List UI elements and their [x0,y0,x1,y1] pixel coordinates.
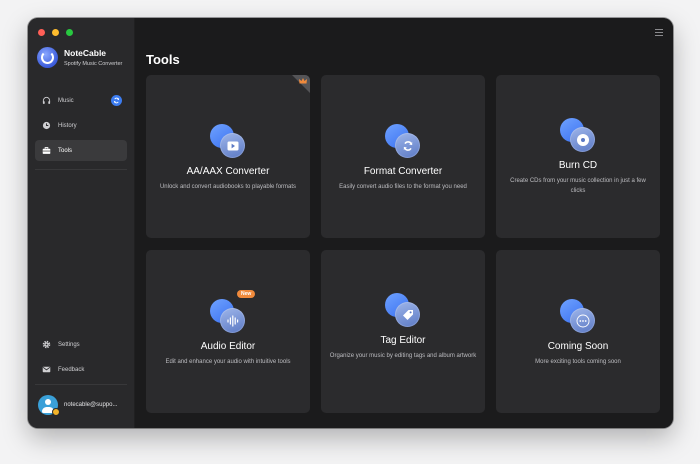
tool-title: Audio Editor [200,341,256,352]
user-email: notecable@suppo... [64,402,118,408]
close-window-button[interactable] [38,29,45,36]
sidebar-item-label: Feedback [58,366,85,373]
sidebar-item-label: Settings [58,341,80,348]
tool-card-tag-editor[interactable]: Tag Editor Organize your music by editin… [321,250,485,413]
sidebar-bottom-nav: Settings Feedback [35,334,127,384]
app-window: NoteCable Spotify Music Converter Music … [28,18,673,428]
tool-card-format-converter[interactable]: Format Converter Easily convert audio fi… [321,75,485,238]
mail-icon [42,365,51,374]
sidebar: NoteCable Spotify Music Converter Music … [28,18,135,428]
sidebar-item-settings[interactable]: Settings [35,334,127,355]
tool-title: Burn CD [558,160,598,171]
sidebar-item-music[interactable]: Music [35,90,127,111]
maximize-window-button[interactable] [66,29,73,36]
sidebar-item-feedback[interactable]: Feedback [35,359,127,380]
tool-title: Coming Soon [547,341,609,352]
tool-description: More exciting tools coming soon [535,359,621,365]
sidebar-nav: Music History Tools [35,90,127,165]
tool-title: Tag Editor [380,335,426,346]
menu-icon[interactable] [655,29,663,36]
sidebar-item-tools[interactable]: Tools [35,140,127,161]
app-logo-icon [37,47,58,68]
app-subtitle: Spotify Music Converter [64,61,123,67]
brand: NoteCable Spotify Music Converter [37,47,122,68]
sidebar-item-label: Tools [58,147,73,154]
crown-icon [299,78,307,84]
tool-card-coming-soon[interactable]: Coming Soon More exciting tools coming s… [496,250,660,413]
tool-title: Format Converter [363,166,443,177]
sync-icon[interactable] [111,95,122,106]
tool-card-aa-aax-converter[interactable]: AA/AAX Converter Unlock and convert audi… [146,75,310,238]
tool-description: Unlock and convert audiobooks to playabl… [159,184,297,190]
minimize-window-button[interactable] [52,29,59,36]
user-account[interactable]: notecable@suppo... [38,395,118,416]
sidebar-divider [35,384,127,385]
waveform-icon [210,299,246,335]
main-content: Tools AA/AAX Converter Unlock and conver… [135,18,673,428]
more-icon [560,299,596,335]
sidebar-item-label: History [58,122,77,129]
clock-icon [42,121,51,130]
toolbox-icon [42,146,51,155]
premium-badge-icon [52,408,60,416]
sidebar-item-history[interactable]: History [35,115,127,136]
tag-icon [385,293,421,329]
tool-description: Organize your music by editing tags and … [329,353,477,359]
tool-description: Easily convert audio files to the format… [339,184,467,190]
new-badge: New [237,290,256,298]
avatar [38,395,60,416]
tool-card-audio-editor[interactable]: New Audio Editor Edit and enhance your a… [146,250,310,413]
page-title: Tools [146,52,180,67]
cd-icon [560,118,596,154]
sidebar-item-label: Music [58,97,74,104]
tool-title: AA/AAX Converter [186,166,270,177]
play-icon [210,124,246,160]
convert-icon [385,124,421,160]
window-controls [38,29,73,36]
tool-description: Create CDs from your music collection in… [510,178,646,194]
app-name: NoteCable [64,48,107,58]
tool-description: Edit and enhance your audio with intuiti… [165,359,291,365]
sidebar-divider [35,169,127,170]
headphones-icon [42,96,51,105]
gear-icon [42,340,51,349]
tool-card-burn-cd[interactable]: Burn CD Create CDs from your music colle… [496,75,660,238]
